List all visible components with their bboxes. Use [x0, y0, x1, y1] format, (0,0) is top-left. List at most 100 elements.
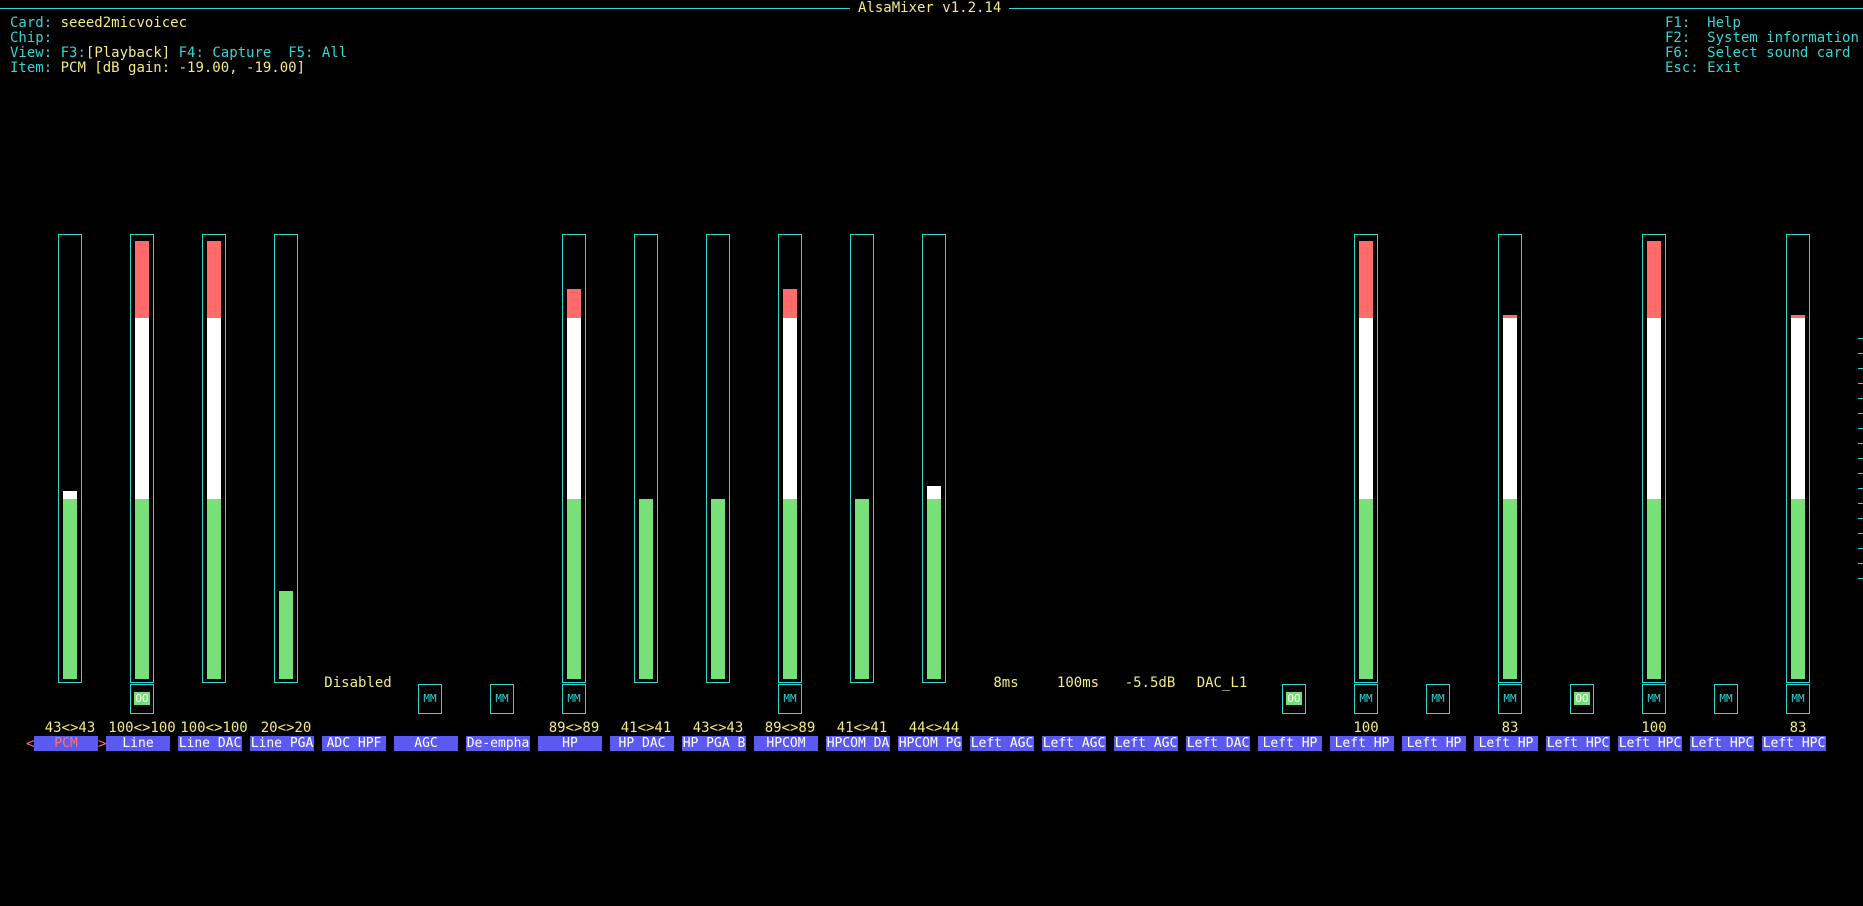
edge-tick	[1858, 473, 1863, 474]
mute-switch[interactable]: MM	[418, 684, 442, 714]
volume-slider[interactable]	[1498, 234, 1522, 683]
control-label[interactable]: AGC	[394, 736, 458, 751]
volume-bar-white	[207, 317, 221, 499]
edge-tick	[1858, 353, 1863, 354]
control-label[interactable]: Line PGA	[250, 736, 314, 751]
volume-slider[interactable]	[634, 234, 658, 683]
control-enum-value[interactable]: 8ms	[970, 675, 1042, 691]
volume-slider[interactable]	[1354, 234, 1378, 683]
mute-switch[interactable]: MM	[1498, 684, 1522, 714]
volume-bar-green	[279, 591, 293, 679]
mute-switch[interactable]: MM	[1642, 684, 1666, 714]
item-label: Item:	[10, 60, 53, 76]
volume-bar-red	[1359, 241, 1373, 318]
control-label[interactable]: HP	[538, 736, 602, 751]
volume-bar-white	[1647, 317, 1661, 499]
view-f3-key[interactable]: F3:	[61, 45, 86, 61]
volume-slider[interactable]	[562, 234, 586, 683]
view-row: View: F3:[Playback] F4: Capture F5: All	[10, 45, 347, 61]
control-volume-value: 100<>100	[108, 720, 176, 736]
view-playback[interactable]: [Playback]	[86, 45, 170, 61]
mute-switch[interactable]: MM	[1786, 684, 1810, 714]
volume-slider[interactable]	[1642, 234, 1666, 683]
volume-slider[interactable]	[850, 234, 874, 683]
help-key: Esc:	[1665, 60, 1699, 76]
control-enum-value[interactable]: DAC_L1	[1186, 675, 1258, 691]
view-other-keys[interactable]: F4: Capture F5: All	[170, 45, 348, 61]
edge-tick	[1858, 488, 1863, 489]
volume-bar-green	[135, 498, 149, 679]
mute-switch[interactable]: MM	[490, 684, 514, 714]
mute-switch[interactable]: MM	[778, 684, 802, 714]
control-label[interactable]: HPCOM PG	[898, 736, 962, 751]
control-label[interactable]: Left HP	[1330, 736, 1394, 751]
control-enum-value[interactable]: Disabled	[322, 675, 394, 691]
control-label[interactable]: PCM	[34, 736, 98, 751]
help-key: F1:	[1665, 15, 1691, 31]
control-label[interactable]: Left HP	[1402, 736, 1466, 751]
control-label[interactable]: Line DAC	[178, 736, 242, 751]
mute-switch[interactable]: MM	[562, 684, 586, 714]
help-f1[interactable]: F1: Help	[1665, 15, 1741, 31]
control-volume-value: 83	[1789, 720, 1807, 736]
volume-slider[interactable]	[922, 234, 946, 683]
mute-switch[interactable]: MM	[1714, 684, 1738, 714]
volume-slider[interactable]	[202, 234, 226, 683]
volume-slider[interactable]	[778, 234, 802, 683]
edge-tick	[1858, 413, 1863, 414]
control-label[interactable]: HPCOM DA	[826, 736, 890, 751]
control-label[interactable]: ADC HPF	[322, 736, 386, 751]
control-label[interactable]: Left AGC	[1042, 736, 1106, 751]
mute-switch[interactable]: MM	[1354, 684, 1378, 714]
volume-bar-white	[927, 486, 941, 499]
control-label[interactable]: Left DAC	[1186, 736, 1250, 751]
card-row: Card: seeed2micvoicec	[10, 15, 187, 31]
edge-tick	[1858, 518, 1863, 519]
help-f2[interactable]: F2: System information	[1665, 30, 1859, 46]
edge-tick	[1858, 368, 1863, 369]
volume-slider[interactable]	[274, 234, 298, 683]
volume-bar-red	[1503, 315, 1517, 318]
volume-slider[interactable]	[1786, 234, 1810, 683]
help-esc[interactable]: Esc: Exit	[1665, 60, 1741, 76]
help-text: Select sound card	[1707, 45, 1851, 61]
mute-switch[interactable]: OO	[1282, 684, 1306, 714]
control-volume-value: 41<>41	[620, 720, 672, 736]
control-label[interactable]: Line	[106, 736, 170, 751]
control-label[interactable]: HPCOM	[754, 736, 818, 751]
control-volume-value: 44<>44	[908, 720, 960, 736]
item-row: Item: PCM [dB gain: -19.00, -19.00]	[10, 60, 305, 76]
control-label[interactable]: Left HPC	[1690, 736, 1754, 751]
control-enum-value[interactable]: 100ms	[1042, 675, 1114, 691]
mute-switch[interactable]: OO	[1570, 684, 1594, 714]
control-enum-value[interactable]: -5.5dB	[1114, 675, 1186, 691]
control-label[interactable]: HP DAC	[610, 736, 674, 751]
volume-slider[interactable]	[130, 234, 154, 683]
volume-bar-red	[1647, 241, 1661, 318]
volume-bar-white	[567, 317, 581, 499]
control-volume-value: 89<>89	[764, 720, 816, 736]
view-label: View:	[10, 45, 53, 61]
mute-switch-state: MM	[1359, 692, 1373, 705]
mute-switch[interactable]: OO	[130, 684, 154, 714]
control-label[interactable]: Left HPC	[1618, 736, 1682, 751]
help-text: Exit	[1707, 60, 1741, 76]
control-label[interactable]: Left HP	[1258, 736, 1322, 751]
mute-switch[interactable]: MM	[1426, 684, 1450, 714]
control-volume-value: 100	[1353, 720, 1379, 736]
volume-bar-green	[567, 498, 581, 679]
control-label[interactable]: HP PGA B	[682, 736, 746, 751]
control-label[interactable]: Left HPC	[1762, 736, 1826, 751]
control-label[interactable]: De-empha	[466, 736, 530, 751]
help-f6[interactable]: F6: Select sound card	[1665, 45, 1850, 61]
volume-slider[interactable]	[58, 234, 82, 683]
mute-switch-state: MM	[567, 692, 581, 705]
control-label[interactable]: Left AGC	[970, 736, 1034, 751]
control-label[interactable]: Left AGC	[1114, 736, 1178, 751]
control-label[interactable]: Left HP	[1474, 736, 1538, 751]
mute-switch-state: MM	[1647, 692, 1661, 705]
volume-slider[interactable]	[706, 234, 730, 683]
mute-switch-state: MM	[1719, 692, 1733, 705]
control-label[interactable]: Left HPC	[1546, 736, 1610, 751]
volume-bar-white	[135, 317, 149, 499]
